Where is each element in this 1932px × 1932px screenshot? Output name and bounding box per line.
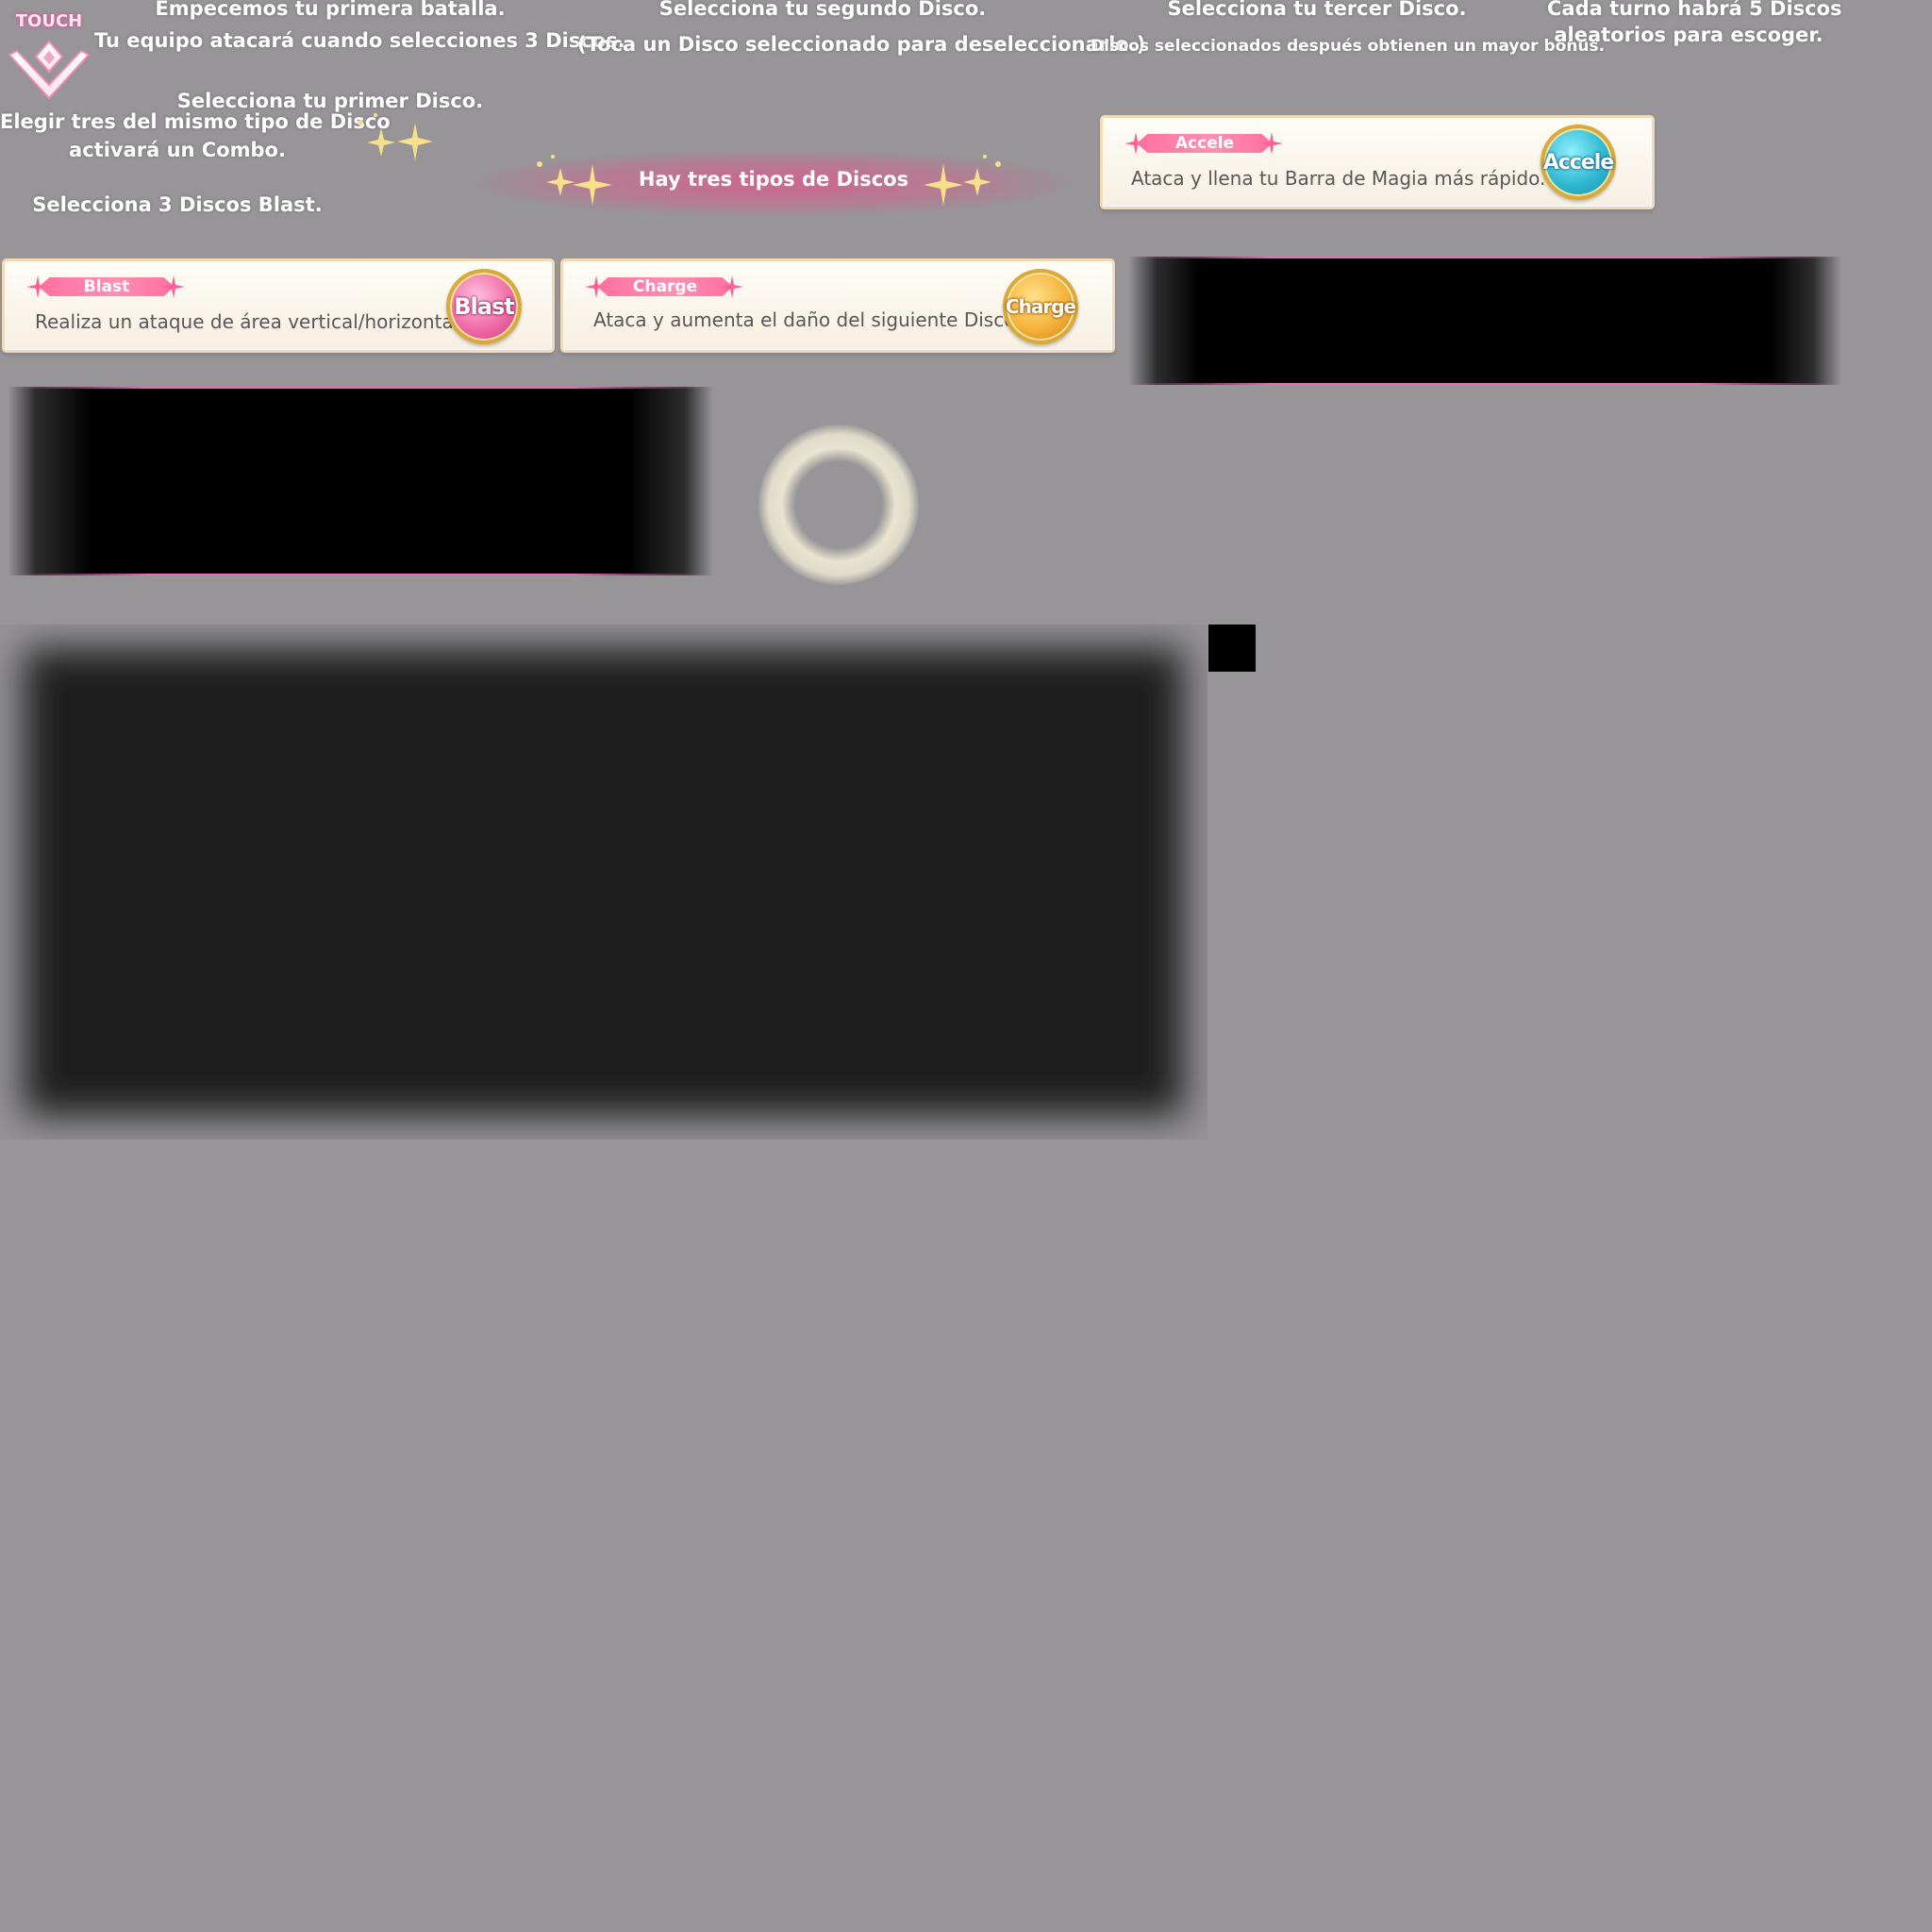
blast-description: Realiza un ataque de área vertical/horiz…	[35, 310, 465, 333]
charge-tag-label: Charge	[632, 277, 698, 296]
sparkle-icon	[358, 113, 433, 160]
touch-indicator: TOUCH	[6, 8, 92, 102]
tutorial-text-select-second: Selecciona tu segundo Disco.	[658, 0, 987, 20]
accele-tag: Accele	[1124, 131, 1284, 156]
tag-star-right-icon	[162, 275, 185, 298]
blast-disc-label: Blast	[454, 293, 514, 320]
tutorial-text-deselect-hint: (Toca un Disco seleccionado para deselec…	[577, 33, 1146, 56]
accele-description: Ataca y llena tu Barra de Magia más rápi…	[1131, 167, 1546, 190]
blast-tag-label: Blast	[83, 277, 130, 296]
disc-types-banner: Hay tres tipos de Discos	[472, 149, 1075, 217]
sparkle-right-icon	[924, 155, 1001, 206]
tutorial-text-select-three-blast: Selecciona 3 Discos Blast.	[32, 193, 323, 216]
charge-card: Charge Ataca y aumenta el daño del sigui…	[560, 258, 1115, 353]
charge-description: Ataca y aumenta el daño del siguiente Di…	[593, 308, 1022, 331]
charge-tag: Charge	[584, 275, 744, 299]
tutorial-text-lets-start: Empecemos tu primera batalla.	[155, 0, 506, 20]
blast-card: Blast Realiza un ataque de área vertical…	[2, 258, 555, 353]
glow-ring-icon	[758, 425, 919, 585]
tag-star-right-icon	[721, 275, 743, 298]
dark-panel-left	[8, 387, 713, 575]
charge-disc-icon: Charge	[1003, 269, 1078, 344]
tutorial-text-select-third: Selecciona tu tercer Disco.	[1167, 0, 1467, 20]
tutorial-text-team-attacks: Tu equipo atacará cuando selecciones 3 D…	[94, 29, 625, 52]
accele-disc-icon: Accele	[1541, 125, 1616, 200]
tag-star-right-icon	[1260, 132, 1283, 155]
tutorial-text-combo-line1: Elegir tres del mismo tipo de Disco	[0, 110, 391, 133]
charge-disc-label: Charge	[1005, 295, 1076, 318]
blast-disc-icon: Blast	[446, 269, 522, 344]
large-dark-panel	[0, 625, 1208, 1140]
tutorial-text-five-discs-line1: Cada turno habrá 5 Discos	[1547, 0, 1842, 20]
blast-tag: Blast	[25, 275, 186, 299]
accele-tag-label: Accele	[1174, 134, 1235, 153]
accele-card: Accele Ataca y llena tu Barra de Magia m…	[1100, 115, 1655, 209]
touch-label: TOUCH	[15, 11, 83, 31]
accele-disc-label: Accele	[1542, 150, 1614, 175]
dark-panel-right	[1128, 257, 1841, 385]
tutorial-text-later-bonus: Discos seleccionados después obtienen un…	[1091, 37, 1606, 56]
tutorial-text-combo-line2: activará un Combo.	[69, 139, 286, 161]
tutorial-text-five-discs-line2: aleatorios para escoger.	[1554, 24, 1824, 46]
black-square	[1208, 625, 1256, 672]
